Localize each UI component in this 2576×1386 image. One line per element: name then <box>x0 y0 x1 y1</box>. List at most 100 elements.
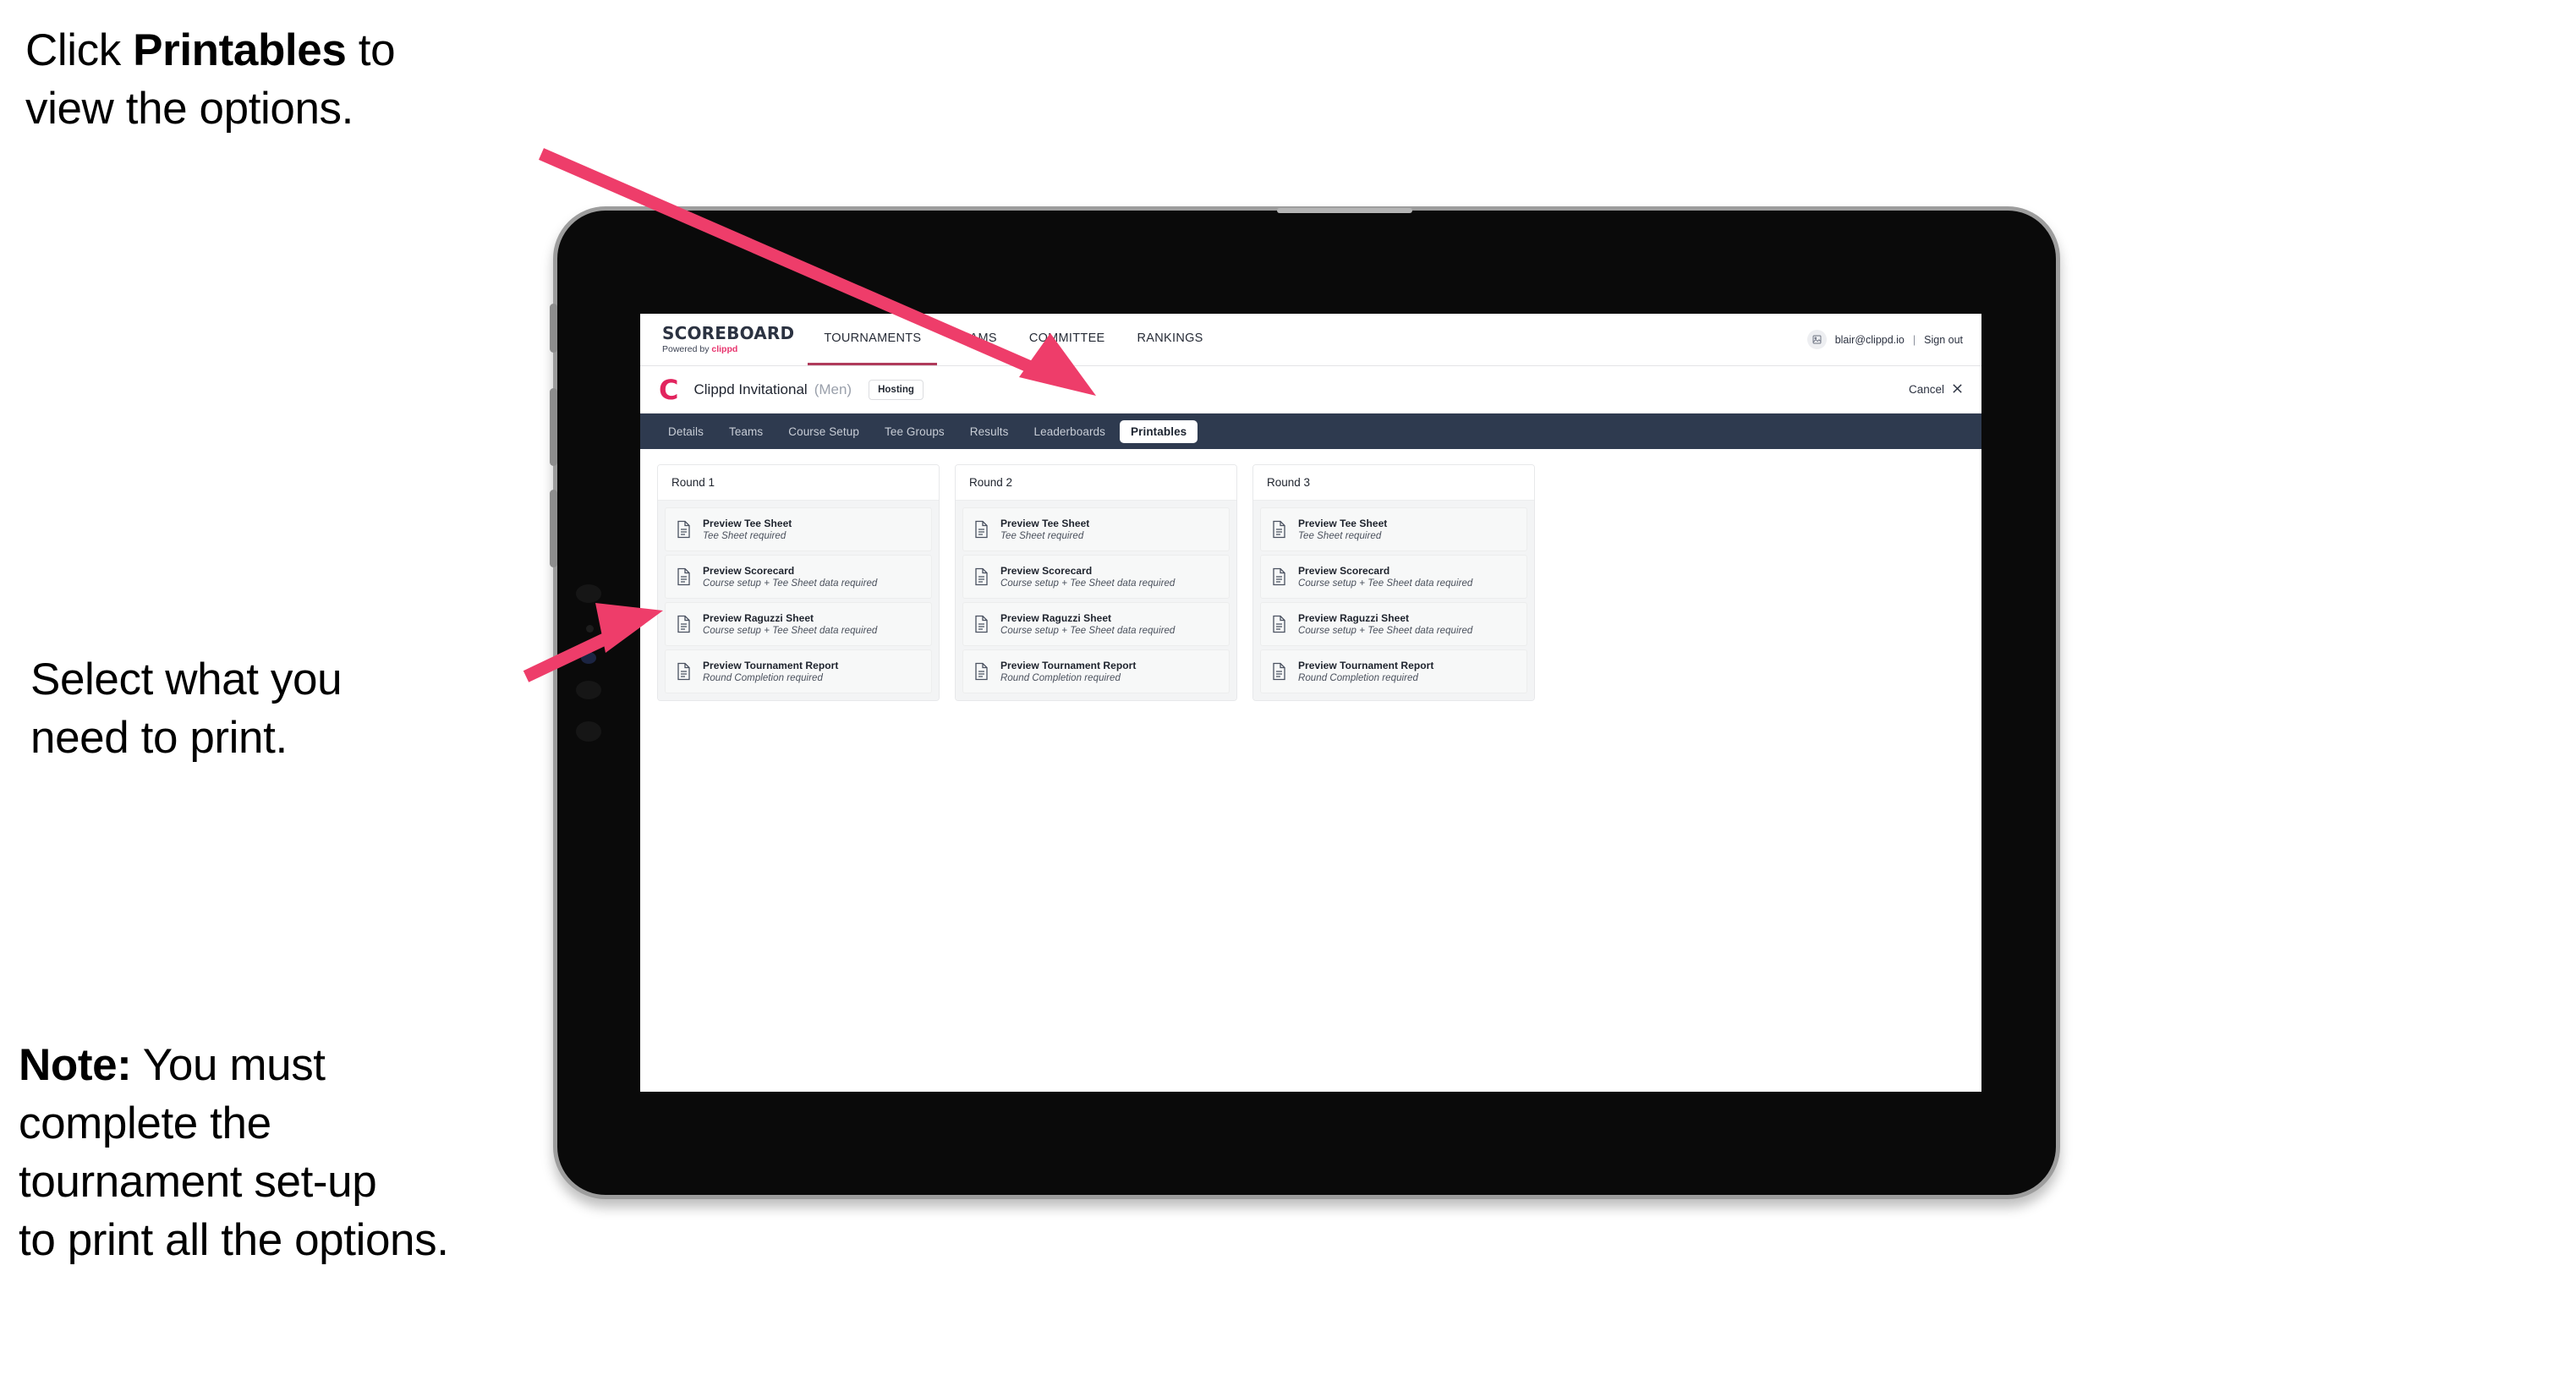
main-navigation: TOURNAMENTS TEAMS COMMITTEE RANKINGS <box>808 314 1219 365</box>
printable-text: Preview Scorecard Course setup + Tee She… <box>1298 565 1472 589</box>
callout-click-printables: Click Printables to view the options. <box>25 22 584 139</box>
printable-requirement: Course setup + Tee Sheet data required <box>1000 626 1176 636</box>
printable-r2-scorecard[interactable]: Preview Scorecard Course setup + Tee She… <box>962 555 1230 599</box>
tablet-screen: SCOREBOARD Powered by clippd TOURNAMENTS… <box>640 314 1981 1092</box>
printable-title: Preview Scorecard <box>1298 565 1390 577</box>
tab-details[interactable]: Details <box>657 420 715 443</box>
round-column-1: Round 1 Preview Tee Sheet Tee Sheet requ… <box>657 464 940 701</box>
printable-text: Preview Tee Sheet Tee Sheet required <box>1298 518 1387 541</box>
round-2-items: Preview Tee Sheet Tee Sheet required Pre… <box>956 501 1236 700</box>
printable-text: Preview Tee Sheet Tee Sheet required <box>703 518 792 541</box>
printable-requirement: Course setup + Tee Sheet data required <box>703 578 878 589</box>
printable-text: Preview Tee Sheet Tee Sheet required <box>1000 518 1089 541</box>
printable-text: Preview Scorecard Course setup + Tee She… <box>703 565 877 589</box>
document-icon <box>676 520 692 539</box>
tournament-header-bar: C Clippd Invitational (Men) Hosting Canc… <box>640 366 1981 414</box>
tablet-camera-lens <box>581 652 596 664</box>
tablet-device-frame: SCOREBOARD Powered by clippd TOURNAMENTS… <box>550 206 2060 1199</box>
round-3-title: Round 3 <box>1253 465 1534 501</box>
printable-text: Preview Tournament Report Round Completi… <box>703 660 838 683</box>
printable-title: Preview Scorecard <box>1000 565 1093 577</box>
screenshot-canvas: Click Printables to view the options. Se… <box>0 0 2576 1386</box>
cancel-label: Cancel <box>1908 383 1944 396</box>
printable-requirement: Course setup + Tee Sheet data required <box>1298 626 1473 636</box>
printable-r1-raguzzi-sheet[interactable]: Preview Raguzzi Sheet Course setup + Tee… <box>665 602 932 646</box>
printable-r3-tee-sheet[interactable]: Preview Tee Sheet Tee Sheet required <box>1260 507 1527 551</box>
tablet-bezel-dot-3 <box>576 681 601 699</box>
printable-r2-tee-sheet[interactable]: Preview Tee Sheet Tee Sheet required <box>962 507 1230 551</box>
brand-title: SCOREBOARD <box>662 323 795 343</box>
round-2-title: Round 2 <box>956 465 1236 501</box>
printable-requirement: Course setup + Tee Sheet data required <box>703 626 878 636</box>
printable-requirement: Tee Sheet required <box>1000 531 1084 541</box>
nav-item-rankings[interactable]: RANKINGS <box>1121 314 1219 365</box>
brand-subtitle: Powered by clippd <box>662 344 794 354</box>
document-icon <box>676 567 692 586</box>
global-header: SCOREBOARD Powered by clippd TOURNAMENTS… <box>640 314 1981 366</box>
printable-r3-raguzzi-sheet[interactable]: Preview Raguzzi Sheet Course setup + Tee… <box>1260 602 1527 646</box>
printable-requirement: Round Completion required <box>1000 673 1121 683</box>
printable-title: Preview Raguzzi Sheet <box>1000 612 1112 624</box>
printable-r3-scorecard[interactable]: Preview Scorecard Course setup + Tee She… <box>1260 555 1527 599</box>
round-column-2: Round 2 Preview Tee Sheet Tee Sheet requ… <box>955 464 1237 701</box>
tournament-gender: (Men) <box>814 381 852 397</box>
printable-r3-tournament-report[interactable]: Preview Tournament Report Round Completi… <box>1260 649 1527 693</box>
printable-text: Preview Tournament Report Round Completi… <box>1000 660 1136 683</box>
printable-requirement: Course setup + Tee Sheet data required <box>1000 578 1176 589</box>
printable-r1-tournament-report[interactable]: Preview Tournament Report Round Completi… <box>665 649 932 693</box>
nav-item-teams[interactable]: TEAMS <box>937 314 1012 365</box>
cancel-button[interactable]: Cancel <box>1909 383 1963 397</box>
round-column-3: Round 3 Preview Tee Sheet Tee Sheet requ… <box>1252 464 1535 701</box>
document-icon <box>1271 520 1287 539</box>
section-tab-bar: Details Teams Course Setup Tee Groups Re… <box>640 414 1981 449</box>
printable-title: Preview Tournament Report <box>703 660 839 671</box>
document-icon <box>676 662 692 681</box>
user-email-label: blair@clippd.io <box>1834 333 1905 346</box>
document-icon <box>973 567 989 586</box>
round-1-items: Preview Tee Sheet Tee Sheet required Pre… <box>658 501 939 700</box>
tab-leaderboards[interactable]: Leaderboards <box>1023 420 1117 443</box>
sign-out-link[interactable]: Sign out <box>1924 334 1963 346</box>
close-x-icon <box>1952 383 1963 397</box>
printable-title: Preview Tee Sheet <box>703 518 792 529</box>
printable-requirement: Tee Sheet required <box>1298 531 1382 541</box>
printable-text: Preview Raguzzi Sheet Course setup + Tee… <box>1298 612 1472 636</box>
printable-requirement: Round Completion required <box>1298 673 1418 683</box>
document-icon <box>973 520 989 539</box>
brand-sub-prefix: Powered by <box>662 344 712 354</box>
printable-title: Preview Scorecard <box>703 565 795 577</box>
round-1-title: Round 1 <box>658 465 939 501</box>
tab-teams[interactable]: Teams <box>718 420 774 443</box>
document-icon <box>676 615 692 633</box>
tab-course-setup[interactable]: Course Setup <box>777 420 870 443</box>
printable-r1-scorecard[interactable]: Preview Scorecard Course setup + Tee She… <box>665 555 932 599</box>
document-icon <box>1271 615 1287 633</box>
printable-r2-raguzzi-sheet[interactable]: Preview Raguzzi Sheet Course setup + Tee… <box>962 602 1230 646</box>
printable-r2-tournament-report[interactable]: Preview Tournament Report Round Completi… <box>962 649 1230 693</box>
nav-item-committee[interactable]: COMMITTEE <box>1013 314 1121 365</box>
printables-content: Round 1 Preview Tee Sheet Tee Sheet requ… <box>640 449 1981 701</box>
tab-tee-groups[interactable]: Tee Groups <box>874 420 956 443</box>
tablet-side-button-top <box>550 304 557 353</box>
printable-text: Preview Tournament Report Round Completi… <box>1298 660 1433 683</box>
document-icon <box>973 615 989 633</box>
printable-title: Preview Tournament Report <box>1000 660 1137 671</box>
tablet-bezel-dot-4 <box>576 721 601 742</box>
scoreboard-logo[interactable]: SCOREBOARD Powered by clippd <box>640 314 808 365</box>
tablet-volume-up-button <box>550 388 557 466</box>
header-separator: | <box>1912 333 1916 346</box>
header-user-area: blair@clippd.io | Sign out <box>1806 314 1981 365</box>
user-avatar-icon[interactable] <box>1806 330 1827 349</box>
brand-sub-link[interactable]: clippd <box>711 344 737 354</box>
nav-item-tournaments[interactable]: TOURNAMENTS <box>808 314 938 365</box>
printable-requirement: Course setup + Tee Sheet data required <box>1298 578 1473 589</box>
tab-printables[interactable]: Printables <box>1120 419 1198 443</box>
printable-title: Preview Raguzzi Sheet <box>703 612 814 624</box>
tablet-top-speaker <box>1276 208 1412 213</box>
document-icon <box>973 662 989 681</box>
tablet-bezel-dot-2 <box>586 625 594 633</box>
hosting-badge: Hosting <box>869 379 924 400</box>
printable-text: Preview Scorecard Course setup + Tee She… <box>1000 565 1175 589</box>
printable-r1-tee-sheet[interactable]: Preview Tee Sheet Tee Sheet required <box>665 507 932 551</box>
tab-results[interactable]: Results <box>959 420 1020 443</box>
